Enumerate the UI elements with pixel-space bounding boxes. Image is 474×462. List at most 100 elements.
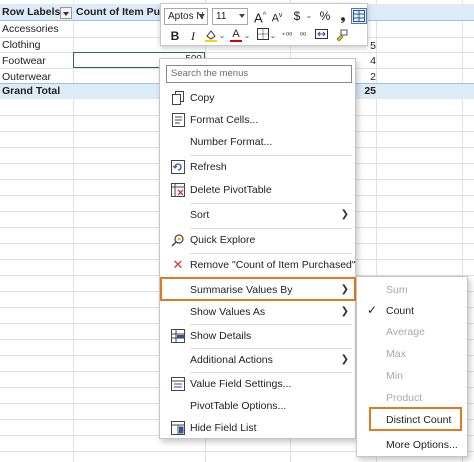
chevron-right-icon: ❯ xyxy=(340,209,349,220)
chevron-down-icon xyxy=(199,14,205,18)
value-field-settings-icon xyxy=(170,376,186,392)
summarise-values-submenu: Sum ✓ Count Average Max Min Product Dist… xyxy=(356,276,468,457)
show-details-icon xyxy=(170,328,186,344)
shrink-font-label: A xyxy=(271,12,279,25)
row-labels-header: Row Labels xyxy=(2,6,60,18)
menu-item-show-values-as[interactable]: Show Values As ❯ xyxy=(160,301,355,323)
italic-button[interactable]: I xyxy=(185,28,201,44)
font-size-box[interactable]: 11 xyxy=(212,8,248,25)
submenu-item-label: Sum xyxy=(386,284,408,296)
format-cells-icon xyxy=(170,112,186,128)
bold-label: B xyxy=(170,29,180,43)
quick-explore-icon xyxy=(170,232,186,248)
submenu-item-label: Min xyxy=(386,370,403,382)
hide-field-list-icon xyxy=(170,420,186,436)
submenu-item-max[interactable]: Max xyxy=(357,344,467,364)
menu-item-label: Show Details xyxy=(190,330,252,342)
increase-font-size-button[interactable]: A^ xyxy=(252,8,268,26)
pivot-value[interactable]: 5 xyxy=(368,38,376,54)
menu-item-label: Additional Actions xyxy=(190,354,273,366)
chevron-down-icon[interactable]: ⌄ xyxy=(305,8,313,24)
submenu-item-sum[interactable]: Sum xyxy=(357,280,467,300)
refresh-icon xyxy=(170,159,186,175)
search-menus-input[interactable]: Search the menus xyxy=(166,65,352,83)
highlight-box xyxy=(160,277,356,301)
merge-cells-icon[interactable] xyxy=(313,28,329,44)
menu-item-label: PivotTable Options... xyxy=(190,400,287,412)
menu-item-show-details[interactable]: Show Details xyxy=(160,325,355,347)
format-table-icon[interactable] xyxy=(351,8,367,24)
chevron-right-icon: ❯ xyxy=(340,354,349,365)
mini-toolbar: Aptos N 11 A^ Av $ ⌄ % ❟ B I ⌄ A ⌄ ⌄ ⁺⁰⁰… xyxy=(160,3,368,46)
chevron-down-icon[interactable]: ⌄ xyxy=(218,28,226,44)
menu-item-label: Delete PivotTable xyxy=(190,184,272,196)
chevron-down-icon[interactable]: ⌄ xyxy=(243,28,251,44)
submenu-item-label: Count xyxy=(386,305,415,317)
submenu-item-label: More Options... xyxy=(386,439,458,451)
chevron-down-icon xyxy=(239,14,245,18)
submenu-item-label: Average xyxy=(386,326,425,338)
menu-item-label: Sort xyxy=(190,209,210,221)
font-color-letter: A xyxy=(232,28,240,40)
submenu-item-average[interactable]: Average xyxy=(357,322,467,342)
row-labels-filter-dropdown[interactable] xyxy=(60,7,72,19)
grid-line xyxy=(0,52,474,53)
menu-item-label: Show Values As xyxy=(190,306,266,318)
submenu-item-count[interactable]: ✓ Count xyxy=(357,301,467,321)
menu-item-value-field-settings[interactable]: Value Field Settings... xyxy=(160,373,355,395)
percent-style-button[interactable]: % xyxy=(317,8,333,24)
pivot-row-label[interactable]: Accessories xyxy=(2,21,59,37)
pivot-value[interactable]: 4 xyxy=(362,53,376,69)
grand-total-label[interactable]: Grand Total xyxy=(2,83,60,99)
menu-item-label: Number Format... xyxy=(190,136,273,148)
comma-label: ❟ xyxy=(340,9,346,23)
menu-item-additional-actions[interactable]: Additional Actions ❯ xyxy=(160,349,355,371)
menu-item-format-cells[interactable]: Format Cells... xyxy=(160,109,355,131)
checkmark-icon: ✓ xyxy=(367,303,378,317)
increase-decimal-icon[interactable]: ⁺⁰⁰ xyxy=(279,28,295,44)
comma-style-button[interactable]: ❟ xyxy=(335,8,351,24)
grow-font-label: A xyxy=(254,10,263,26)
font-color-swatch xyxy=(230,40,242,42)
italic-label: I xyxy=(191,29,195,43)
submenu-item-label: Product xyxy=(386,392,423,404)
menu-item-delete-pivottable[interactable]: Delete PivotTable xyxy=(160,179,355,201)
menu-item-refresh[interactable]: Refresh xyxy=(160,156,355,178)
font-color-icon[interactable]: A xyxy=(228,28,244,44)
menu-item-copy[interactable]: Copy xyxy=(160,87,355,109)
font-name-box[interactable]: Aptos N xyxy=(164,8,208,25)
bold-button[interactable]: B xyxy=(167,28,183,44)
chevron-down-icon[interactable]: ⌄ xyxy=(269,28,277,44)
font-size-value: 11 xyxy=(216,11,227,22)
pivot-row-label[interactable]: Clothing xyxy=(2,37,41,53)
highlight-box xyxy=(369,407,462,431)
decrease-decimal-icon[interactable]: ⁰⁰ xyxy=(295,28,311,44)
count-header: Count of Item Pu xyxy=(76,6,160,18)
remove-x-icon: ✕ xyxy=(172,257,184,272)
menu-item-quick-explore[interactable]: Quick Explore xyxy=(160,229,355,251)
menu-item-remove-field[interactable]: ✕ Remove "Count of Item Purchased" xyxy=(160,254,356,276)
delete-pivottable-icon xyxy=(170,182,186,198)
menu-item-pivottable-options[interactable]: PivotTable Options... xyxy=(160,395,355,417)
submenu-item-min[interactable]: Min xyxy=(357,366,467,386)
menu-item-label: Hide Field List xyxy=(190,422,257,434)
menu-item-label: Remove "Count of Item Purchased" xyxy=(190,259,356,271)
menu-item-number-format[interactable]: Number Format... xyxy=(160,131,355,153)
menu-item-label: Refresh xyxy=(190,161,227,173)
grand-total-value[interactable]: 25 xyxy=(356,83,376,99)
menu-item-sort[interactable]: Sort ❯ xyxy=(160,204,355,226)
submenu-item-more-options[interactable]: More Options... xyxy=(357,435,467,455)
format-painter-icon[interactable] xyxy=(333,28,349,44)
decrease-font-size-button[interactable]: Av xyxy=(269,8,285,25)
highlight-color-icon[interactable] xyxy=(203,28,219,44)
grid-line xyxy=(73,0,74,462)
currency-format-button[interactable]: $ xyxy=(289,8,305,24)
percent-label: % xyxy=(319,9,331,23)
chevron-right-icon: ❯ xyxy=(340,306,349,317)
context-menu: Search the menus Copy Format Cells... Nu… xyxy=(159,58,356,439)
search-menus-placeholder: Search the menus xyxy=(171,68,249,79)
menu-item-hide-field-list[interactable]: Hide Field List xyxy=(160,417,355,439)
pivot-row-label[interactable]: Footwear xyxy=(2,53,46,69)
submenu-item-product[interactable]: Product xyxy=(357,388,467,408)
submenu-item-label: Max xyxy=(386,348,406,360)
